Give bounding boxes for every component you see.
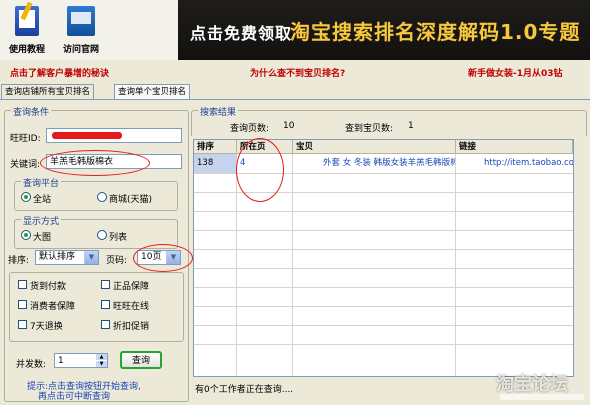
- filter-check-cod[interactable]: [18, 280, 27, 289]
- wangwang-label: 旺旺ID:: [10, 134, 41, 144]
- tutorial-button[interactable]: 使用教程: [2, 1, 52, 56]
- website-button[interactable]: 访问官网: [56, 4, 106, 56]
- sort-label: 排序:: [8, 256, 30, 266]
- found-label: 查到宝贝数:: [345, 124, 394, 134]
- grid-line: [194, 211, 573, 212]
- query-button[interactable]: 查询: [120, 351, 162, 369]
- book-icon: [15, 1, 39, 36]
- found-value: 1: [408, 121, 414, 131]
- banner-left-text: 点击免费领取: [190, 24, 293, 43]
- filter-label-cod: 货到付款: [30, 282, 67, 292]
- grid-line: [194, 192, 573, 193]
- grid-line: [292, 154, 293, 376]
- promo-links-bar: 点击了解客户暴增的秘诀 为什么查不到宝贝排名? 新手做女装-1月从03钻: [0, 61, 590, 83]
- filter-label-7day: 7天退换: [30, 322, 63, 332]
- platform-option-all: 全站: [33, 195, 52, 205]
- sort-select[interactable]: 默认排序 ▼: [35, 250, 99, 265]
- filter-check-7day[interactable]: [18, 320, 27, 329]
- filter-label-genuine: 正品保障: [113, 282, 150, 292]
- chevron-down-icon: ▼: [84, 251, 98, 264]
- hint-line-2: 再点击可中断查询: [38, 392, 111, 402]
- promo-link-3[interactable]: 新手做女装-1月从03钻: [468, 66, 563, 79]
- platform-radio-tmall[interactable]: [97, 192, 107, 202]
- watermark: 淘宝论坛: [496, 374, 568, 395]
- filter-check-protection[interactable]: [18, 300, 27, 309]
- promo-link-2[interactable]: 为什么查不到宝贝排名?: [250, 66, 345, 79]
- chevron-down-icon: ▼: [166, 251, 180, 264]
- column-header-page[interactable]: 所在页: [237, 140, 293, 154]
- stepper-up-icon[interactable]: ▲: [96, 354, 107, 360]
- results-table[interactable]: 排序 所在页 宝贝 链接 138 4 外套 女 冬装 韩版女装羊羔毛韩版棉 ht…: [193, 139, 574, 377]
- promo-link-1[interactable]: 点击了解客户暴增的秘诀: [10, 66, 109, 79]
- cell-rank: 138: [194, 154, 236, 173]
- filter-label-discount: 折扣促销: [113, 322, 150, 332]
- filter-label-online: 旺旺在线: [113, 302, 150, 312]
- platform-option-tmall: 商城(天猫): [109, 195, 153, 205]
- tab-shop-all-items[interactable]: 查询店铺所有宝贝排名: [1, 84, 95, 100]
- stepper-down-icon[interactable]: ▼: [96, 361, 107, 367]
- grid-line: [194, 173, 573, 174]
- website-icon: [67, 6, 95, 36]
- page-select[interactable]: 10页 ▼: [137, 250, 181, 265]
- display-radio-large[interactable]: [21, 230, 31, 240]
- grid-line: [194, 249, 573, 250]
- filter-check-discount[interactable]: [101, 320, 110, 329]
- promo-banner[interactable]: 点击免费领取 淘宝搜索排名深度解码1.0专题: [178, 0, 590, 60]
- filter-check-online[interactable]: [101, 300, 110, 309]
- pages-label: 查询页数:: [230, 124, 270, 134]
- pages-value: 10: [283, 121, 295, 131]
- query-conditions-title: 查询条件: [11, 105, 52, 118]
- grid-line: [455, 154, 456, 376]
- sort-value: 默认排序: [39, 252, 76, 262]
- platform-radio-all[interactable]: [21, 192, 31, 202]
- grid-line: [194, 344, 573, 345]
- concurrency-label: 并发数:: [16, 360, 47, 370]
- keyword-label: 关键词:: [10, 160, 41, 170]
- column-header-link[interactable]: 链接: [456, 140, 573, 154]
- watermark-url: [500, 394, 584, 400]
- tutorial-label: 使用教程: [8, 45, 45, 55]
- table-row[interactable]: 138 4 外套 女 冬装 韩版女装羊羔毛韩版棉 http://item.tao…: [194, 154, 573, 173]
- display-option-list: 列表: [109, 233, 128, 243]
- cell-link[interactable]: http://item.taobao.com/item: [456, 154, 573, 173]
- grid-line: [194, 325, 573, 326]
- filter-label-protection: 消费者保障: [30, 302, 76, 312]
- display-title: 显示方式: [21, 214, 62, 227]
- filter-check-genuine[interactable]: [101, 280, 110, 289]
- grid-line: [194, 306, 573, 307]
- cell-page: 4: [240, 158, 246, 168]
- cell-item: 外套 女 冬装 韩版女装羊羔毛韩版棉: [323, 158, 455, 168]
- display-radio-list[interactable]: [97, 230, 107, 240]
- grid-line: [236, 154, 237, 376]
- platform-title: 查询平台: [21, 176, 62, 189]
- grid-line: [194, 230, 573, 231]
- toolbar: 使用教程 访问官网 点击免费领取 淘宝搜索排名深度解码1.0专题: [0, 0, 590, 60]
- page-value: 10页: [141, 252, 162, 262]
- banner-right-text: 淘宝搜索排名深度解码1.0专题: [290, 20, 581, 44]
- search-results-title: 搜索结果: [198, 105, 239, 118]
- redaction-mark: [52, 132, 122, 139]
- display-option-large: 大图: [33, 233, 52, 243]
- tab-divider: [0, 99, 590, 100]
- keyword-input[interactable]: 羊羔毛韩版棉衣: [46, 154, 182, 169]
- grid-line: [194, 287, 573, 288]
- website-label: 访问官网: [62, 45, 99, 55]
- concurrency-value: 1: [58, 356, 64, 366]
- column-header-item[interactable]: 宝贝: [293, 140, 456, 154]
- grid-line: [194, 268, 573, 269]
- tab-single-item[interactable]: 查询单个宝贝排名: [114, 84, 191, 100]
- page-label: 页码:: [106, 256, 128, 266]
- column-header-rank[interactable]: 排序: [194, 140, 237, 154]
- concurrency-stepper[interactable]: 1 ▲ ▼: [54, 353, 108, 368]
- status-text: 有0个工作者正在查询....: [195, 385, 294, 395]
